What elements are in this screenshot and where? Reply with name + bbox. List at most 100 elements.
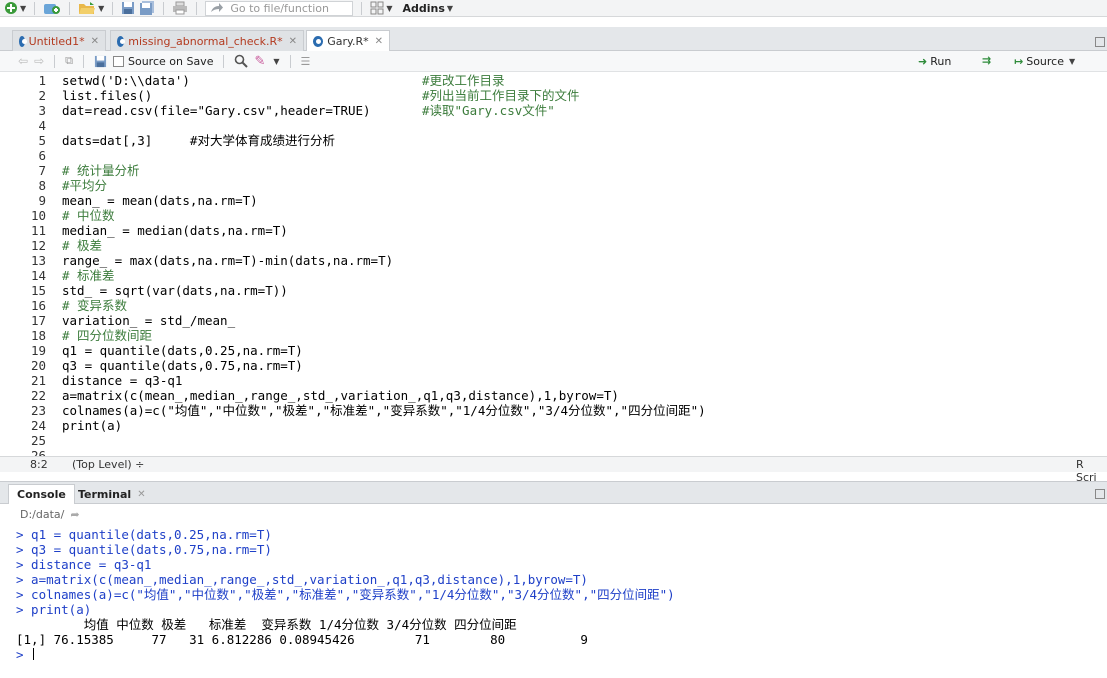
toolbar-divider bbox=[196, 1, 198, 15]
rerun-button[interactable]: ⇉ bbox=[982, 54, 991, 67]
save-all-button[interactable] bbox=[139, 1, 155, 16]
tab-missing-abnormal-check[interactable]: missing_abnormal_check.R* ✕ bbox=[110, 30, 304, 51]
code-editor[interactable]: 1 setwd('D:\\data') #更改工作目录 2 list.files() #列… bbox=[0, 72, 1107, 456]
editor-scrollbar[interactable] bbox=[1097, 72, 1107, 456]
code-line[interactable]: 4 bbox=[0, 118, 1100, 133]
source-on-save-label: Source on Save bbox=[127, 54, 214, 68]
chevron-down-icon[interactable]: ▼ bbox=[273, 57, 279, 66]
code-line[interactable]: 2 list.files() #列出当前工作目录下的文件 bbox=[0, 88, 1100, 103]
toolbar-divider bbox=[112, 1, 114, 15]
toolbar-divider bbox=[54, 54, 56, 68]
code-line[interactable]: 20 q3 = quantile(dats,0.75,na.rm=T) bbox=[0, 358, 1100, 373]
console-input-line: > distance = q3-q1 bbox=[16, 557, 152, 572]
magic-wand-icon[interactable]: ✎ bbox=[254, 54, 265, 69]
close-icon[interactable]: ✕ bbox=[137, 489, 145, 500]
code-line[interactable]: 8 #平均分 bbox=[0, 178, 1100, 193]
tab-terminal[interactable]: Terminal ✕ bbox=[70, 484, 154, 504]
code-text: # 标准差 bbox=[62, 268, 115, 283]
code-line[interactable]: 14 # 标准差 bbox=[0, 268, 1100, 283]
source-on-save-checkbox[interactable] bbox=[112, 55, 124, 67]
line-number: 15 bbox=[30, 283, 46, 298]
code-line[interactable]: 3 dat=read.csv(file="Gary.csv",header=TRU… bbox=[0, 103, 1100, 118]
console-input-line: > colnames(a)=c("均值","中位数","极差","标准差","变… bbox=[16, 587, 675, 602]
code-line[interactable]: 1 setwd('D:\\data') #更改工作目录 bbox=[0, 73, 1100, 88]
code-text: dat=read.csv(file="Gary.csv",header=TRUE… bbox=[62, 103, 371, 118]
tab-label: Terminal bbox=[78, 487, 132, 501]
code-text: median_ = median(dats,na.rm=T) bbox=[62, 223, 288, 238]
chevron-down-icon: ▼ bbox=[446, 3, 454, 13]
code-line[interactable]: 15 std_ = sqrt(var(dats,na.rm=T)) bbox=[0, 283, 1100, 298]
line-number: 6 bbox=[38, 148, 46, 163]
tab-gary-r[interactable]: Gary.R* ✕ bbox=[306, 30, 390, 52]
tab-untitled1[interactable]: Untitled1* ✕ bbox=[12, 30, 106, 51]
code-line[interactable]: 17 variation_ = std_/mean_ bbox=[0, 313, 1100, 328]
console-input-line: > bbox=[16, 647, 35, 662]
code-line[interactable]: 23 colnames(a)=c("均值","中位数","极差","标准差","变… bbox=[0, 403, 1100, 418]
r-file-icon bbox=[117, 35, 126, 47]
workspace-panes-button[interactable]: ▼ bbox=[370, 1, 392, 16]
code-line[interactable]: 6 bbox=[0, 148, 1100, 163]
addins-menu[interactable]: Addins ▼ bbox=[396, 1, 453, 16]
code-line[interactable]: 22 a=matrix(c(mean_,median_,range_,std_,v… bbox=[0, 388, 1100, 403]
code-line[interactable]: 24 print(a) bbox=[0, 418, 1100, 433]
maximize-pane-icon[interactable] bbox=[1095, 37, 1105, 47]
code-line[interactable]: 16 # 变异系数 bbox=[0, 298, 1100, 313]
line-number: 7 bbox=[38, 163, 46, 178]
code-text: # 极差 bbox=[62, 238, 103, 253]
chevron-down-icon: ▼ bbox=[20, 3, 27, 13]
plus-icon bbox=[5, 2, 17, 14]
maximize-pane-icon[interactable] bbox=[1095, 489, 1105, 499]
editor-status-bar: 8:2 (Top Level) ÷ R Scri bbox=[0, 456, 1107, 484]
print-button[interactable] bbox=[172, 1, 188, 16]
run-button[interactable]: ➜ Run bbox=[918, 54, 951, 69]
back-arrow-icon[interactable]: ⇦ bbox=[18, 54, 28, 68]
line-number: 12 bbox=[30, 238, 46, 253]
open-file-button[interactable]: ▼ bbox=[78, 1, 104, 16]
code-line[interactable]: 25 bbox=[0, 433, 1100, 448]
chevron-down-icon: ▼ bbox=[1069, 57, 1076, 66]
code-text: # 四分位数间距 bbox=[62, 328, 153, 343]
tab-console[interactable]: Console bbox=[8, 484, 75, 504]
source-on-save-toggle[interactable]: Source on Save bbox=[112, 54, 214, 68]
search-icon[interactable] bbox=[234, 54, 249, 68]
code-line[interactable]: 7 # 统计量分析 bbox=[0, 163, 1100, 178]
line-number: 14 bbox=[30, 268, 46, 283]
toolbar-divider bbox=[361, 1, 363, 15]
close-icon[interactable]: ✕ bbox=[375, 36, 383, 47]
code-line[interactable]: 10 # 中位数 bbox=[0, 208, 1100, 223]
console-input-line: > q1 = quantile(dats,0.25,na.rm=T) bbox=[16, 527, 272, 542]
text-cursor bbox=[33, 648, 35, 660]
code-line[interactable]: 26 bbox=[0, 448, 1100, 456]
code-line[interactable]: 13 range_ = max(dats,na.rm=T)-min(dats,na… bbox=[0, 253, 1100, 268]
console-input-line: > print(a) bbox=[16, 602, 92, 617]
goto-file-input[interactable]: Go to file/function bbox=[205, 0, 354, 16]
source-label: Source bbox=[1026, 55, 1064, 68]
run-label: Run bbox=[930, 55, 952, 68]
code-line[interactable]: 12 # 极差 bbox=[0, 238, 1100, 253]
document-outline-icon[interactable]: ☰ bbox=[301, 55, 311, 68]
new-file-button[interactable]: ▼ bbox=[4, 1, 26, 16]
code-line[interactable]: 11 median_ = median(dats,na.rm=T) bbox=[0, 223, 1100, 238]
code-line[interactable]: 5 dats=dat[,3] #对大学体育成绩进行分析 bbox=[0, 133, 1100, 148]
source-button[interactable]: ↦ Source ▼ bbox=[1014, 54, 1075, 69]
close-icon[interactable]: ✕ bbox=[91, 36, 99, 47]
close-icon[interactable]: ✕ bbox=[289, 36, 297, 47]
code-comment: #列出当前工作目录下的文件 bbox=[422, 88, 580, 103]
toolbar-divider bbox=[82, 54, 84, 68]
code-line[interactable]: 21 distance = q3-q1 bbox=[0, 373, 1100, 388]
forward-arrow-icon[interactable]: ⇨ bbox=[34, 54, 44, 68]
scope-selector[interactable]: (Top Level) ÷ bbox=[72, 458, 144, 471]
code-line[interactable]: 9 mean_ = mean(dats,na.rm=T) bbox=[0, 193, 1100, 208]
toolbar-divider bbox=[163, 1, 165, 15]
line-number: 18 bbox=[30, 328, 46, 343]
save-icon[interactable] bbox=[94, 55, 107, 68]
new-project-button[interactable] bbox=[43, 1, 61, 16]
save-button[interactable] bbox=[121, 1, 135, 16]
console-pane[interactable]: D:/data/ ➦ > q1 = quantile(dats,0.25,na.… bbox=[0, 504, 1107, 678]
go-to-directory-icon[interactable]: ➦ bbox=[70, 508, 79, 521]
console-tab-bar: Console Terminal ✕ bbox=[0, 481, 1107, 504]
code-line[interactable]: 19 q1 = quantile(dats,0.25,na.rm=T) bbox=[0, 343, 1100, 358]
code-line[interactable]: 18 # 四分位数间距 bbox=[0, 328, 1100, 343]
show-in-window-icon[interactable]: ⧉ bbox=[65, 54, 73, 68]
line-number: 16 bbox=[30, 298, 46, 313]
